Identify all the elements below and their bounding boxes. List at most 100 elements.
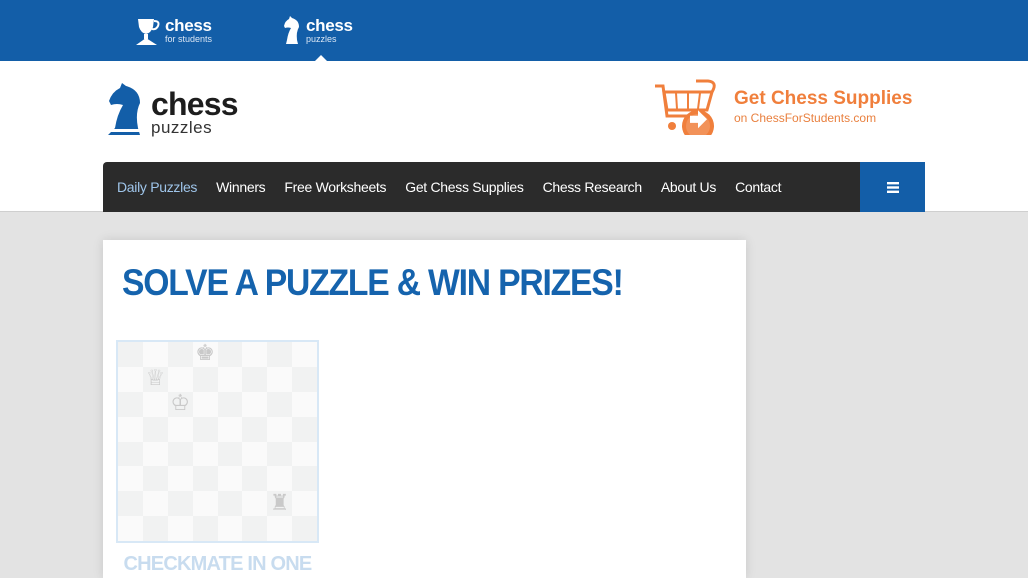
board-square: ♕: [142, 366, 168, 392]
board-square: [292, 491, 317, 517]
board-square: [242, 416, 268, 442]
black-king-icon: ♚: [195, 341, 215, 367]
chess-puzzles-logo[interactable]: chess puzzles: [105, 83, 239, 137]
board-square: [142, 466, 168, 492]
chess-board-grid: ♚ ♕ ♔ ♜: [118, 342, 317, 541]
main-nav: Daily Puzzles Winners Free Worksheets Ge…: [103, 162, 925, 212]
supplies-subtitle: on ChessForStudents.com: [734, 111, 877, 125]
hamburger-menu-icon: [886, 181, 899, 193]
site-name: chess: [165, 16, 212, 35]
board-square: [217, 491, 243, 517]
board-square: [292, 516, 317, 541]
board-square: [142, 491, 168, 517]
site-header: chess puzzles Get Chess Supplies on Ches…: [0, 61, 1028, 212]
board-square: [292, 366, 317, 392]
board-square: [118, 491, 143, 517]
board-square: [192, 491, 218, 517]
board-square: [167, 441, 193, 467]
nav-item-contact[interactable]: Contact: [735, 179, 781, 195]
board-square: [267, 342, 293, 367]
board-square: [267, 366, 293, 392]
board-square: [242, 441, 268, 467]
board-square: ♚: [192, 341, 218, 367]
board-square: [242, 466, 268, 492]
board-square: [217, 516, 243, 541]
nav-item-free-worksheets[interactable]: Free Worksheets: [284, 179, 386, 195]
board-square: [167, 516, 193, 541]
board-square: [167, 416, 193, 442]
puzzle-title[interactable]: CHECKMATE IN ONE: [116, 553, 319, 576]
board-square: [118, 366, 143, 392]
board-square: [192, 466, 218, 492]
site-name: chess: [306, 16, 353, 35]
board-square: [167, 491, 193, 517]
nav-item-daily-puzzles[interactable]: Daily Puzzles: [117, 179, 197, 195]
board-square: [267, 516, 293, 541]
logo-word: chess: [151, 86, 239, 122]
board-square: [217, 466, 243, 492]
white-queen-icon: ♕: [145, 366, 166, 392]
get-chess-supplies-banner[interactable]: Get Chess Supplies on ChessForStudents.c…: [654, 79, 912, 135]
board-square: [167, 342, 193, 367]
nav-item-chess-research[interactable]: Chess Research: [543, 179, 643, 195]
chess-puzzles-link[interactable]: chess puzzles: [282, 14, 353, 48]
board-square: [142, 516, 168, 541]
knight-icon: [108, 83, 140, 135]
board-square: [267, 416, 293, 442]
board-square: [267, 466, 293, 492]
site-subtitle: puzzles: [306, 34, 337, 44]
puzzle-card: SOLVE A PUZZLE & WIN PRIZES! ♚ ♕ ♔ ♜ CHECKM…: [103, 240, 746, 578]
board-square: [192, 516, 218, 541]
board-square: [267, 441, 293, 467]
shopping-cart-icon: [655, 79, 716, 135]
menu-toggle-button[interactable]: [860, 162, 925, 212]
nav-item-get-chess-supplies[interactable]: Get Chess Supplies: [405, 179, 524, 195]
site-subtitle: for students: [165, 34, 213, 44]
board-square: [292, 416, 317, 442]
board-square: [242, 491, 268, 517]
board-square: [142, 441, 168, 467]
site-switcher-bar: chess for students chess puzzles: [0, 0, 1028, 61]
board-square: [217, 416, 243, 442]
board-square: [118, 441, 143, 467]
black-rook-icon: ♜: [269, 490, 290, 516]
board-square: [118, 466, 143, 492]
board-square: [192, 416, 218, 442]
board-square: [242, 391, 268, 417]
board-square: [217, 366, 243, 392]
board-square: [292, 342, 317, 367]
board-square: [192, 366, 218, 392]
page-title: SOLVE A PUZZLE & WIN PRIZES!: [122, 262, 624, 303]
board-square: [292, 391, 317, 417]
board-square: [242, 516, 268, 541]
board-square: [167, 366, 193, 392]
board-square: [167, 466, 193, 492]
white-king-icon: ♔: [170, 391, 191, 417]
puzzle-board[interactable]: ♚ ♕ ♔ ♜: [116, 340, 319, 543]
chess-for-students-link[interactable]: chess for students: [133, 14, 212, 48]
board-square: [118, 516, 143, 541]
board-square: [242, 342, 268, 367]
nav-item-about-us[interactable]: About Us: [661, 179, 716, 195]
board-square: [217, 441, 243, 467]
board-square: [142, 416, 168, 442]
board-square: [118, 416, 143, 442]
board-square: [217, 342, 243, 367]
board-square: [217, 391, 243, 417]
board-square: [118, 342, 143, 367]
board-square: [142, 342, 168, 367]
board-square: [267, 391, 293, 417]
board-square: ♔: [167, 391, 193, 417]
board-square: [242, 366, 268, 392]
nav-item-winners[interactable]: Winners: [216, 179, 266, 195]
board-square: [192, 391, 218, 417]
board-square: [292, 441, 317, 467]
supplies-title: Get Chess Supplies: [734, 88, 913, 109]
board-square: [118, 391, 143, 417]
board-square: [142, 391, 168, 417]
trophy-icon: [136, 19, 160, 45]
knight-icon: [284, 16, 299, 44]
board-square: [192, 441, 218, 467]
board-square: ♜: [267, 490, 293, 517]
board-square: [292, 466, 317, 492]
